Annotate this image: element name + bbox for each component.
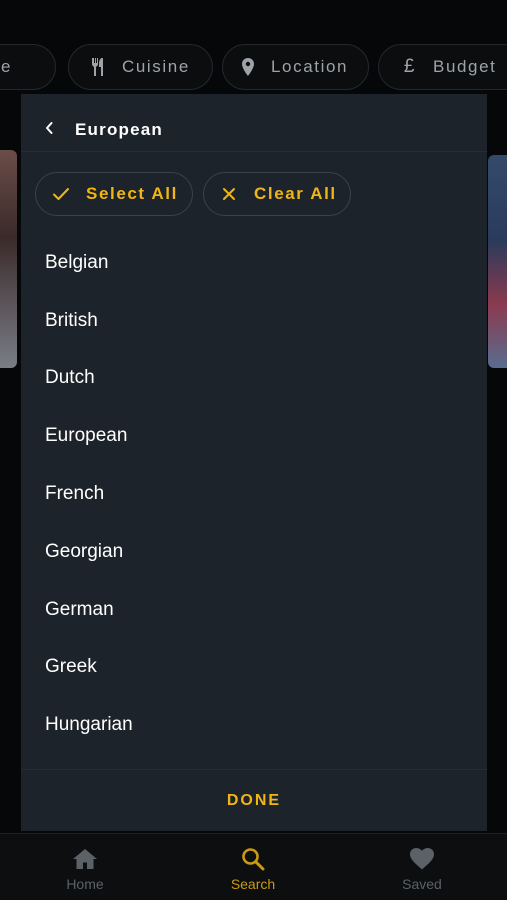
tab-saved[interactable]: Saved: [372, 846, 472, 892]
tab-label: Saved: [402, 876, 442, 892]
panel-header: European: [21, 94, 487, 152]
tab-label: Search: [230, 876, 276, 892]
filter-chip-label: e: [1, 57, 13, 76]
tab-search[interactable]: Search: [203, 846, 303, 892]
tab-home[interactable]: Home: [35, 846, 135, 892]
back-button[interactable]: [39, 118, 59, 138]
bottom-tab-bar: Home Search Saved: [0, 833, 507, 900]
chevron-left-icon: [46, 122, 53, 134]
list-item[interactable]: Hungarian: [21, 696, 487, 754]
cuisine-list: Belgian British Dutch European French Ge…: [21, 234, 487, 754]
list-item[interactable]: French: [21, 465, 487, 523]
filter-chip-label: Budget: [433, 57, 497, 76]
filter-chip-bar: e Cuisine Location £ Budget: [0, 44, 507, 90]
list-item[interactable]: German: [21, 581, 487, 639]
background-card-right: [488, 155, 507, 368]
list-item[interactable]: Georgian: [21, 523, 487, 581]
clear-all-button[interactable]: Clear All: [203, 172, 351, 216]
tab-label: Home: [66, 876, 104, 892]
panel-footer: DONE: [21, 769, 487, 831]
fork-knife-icon: [88, 56, 110, 78]
select-all-label: Select All: [86, 184, 178, 203]
close-icon: [220, 185, 238, 203]
home-icon: [72, 846, 98, 872]
screen: e Cuisine Location £ Budget European Sel…: [0, 0, 507, 900]
panel-title: European: [75, 120, 164, 139]
filter-chip-partial[interactable]: e: [0, 44, 56, 90]
list-item[interactable]: Belgian: [21, 234, 487, 292]
list-item[interactable]: Dutch: [21, 350, 487, 408]
list-item[interactable]: European: [21, 407, 487, 465]
filter-chip-location[interactable]: Location: [222, 44, 369, 90]
filter-chip-cuisine[interactable]: Cuisine: [68, 44, 213, 90]
filter-chip-budget[interactable]: £ Budget: [378, 44, 507, 90]
done-button[interactable]: DONE: [207, 784, 301, 818]
map-pin-icon: [237, 56, 259, 78]
clear-all-label: Clear All: [254, 184, 337, 203]
pound-icon: £: [403, 56, 417, 77]
list-item[interactable]: Greek: [21, 639, 487, 697]
filter-chip-label: Location: [271, 57, 349, 76]
background-card-left: [0, 150, 17, 368]
filter-chip-label: Cuisine: [122, 57, 190, 76]
select-all-button[interactable]: Select All: [35, 172, 193, 216]
list-item[interactable]: British: [21, 292, 487, 350]
search-icon: [241, 846, 265, 872]
heart-icon: [409, 846, 435, 872]
check-icon: [52, 185, 70, 203]
cuisine-filter-panel: European Select All Clear All Belgian Br…: [21, 94, 487, 831]
